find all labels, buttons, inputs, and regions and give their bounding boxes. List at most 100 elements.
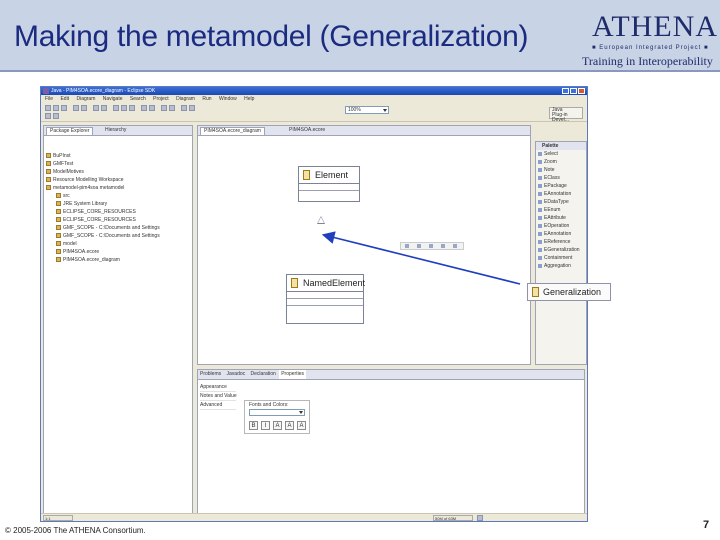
menu-edit[interactable]: Edit [60,96,69,102]
tab-hierarchy[interactable]: Hierarchy [102,127,129,134]
tree-item[interactable]: ECLIPSE_CORE_RESOURCES [46,216,191,224]
font-name-select[interactable] [249,409,305,416]
main-toolbar [41,103,587,122]
fonts-colors-label: Fonts and Colors: [249,402,289,408]
status-bar: 1:1 50M of 63M [41,513,587,521]
tree-item[interactable]: GMF_SCOPE - C:\Documents and Settings [46,232,191,240]
palette-item[interactable]: EAnnotation [536,190,586,198]
tree-item[interactable]: BuPInst [46,152,191,160]
class-header: Element [299,167,359,184]
tab-declaration[interactable]: Declaration [249,370,278,379]
palette-title: Palette [536,142,586,150]
palette-item[interactable]: EDataType [536,198,586,206]
tree-item[interactable]: JRE System Library [46,200,191,208]
menu-file[interactable]: File [45,96,53,102]
bold-button[interactable]: B [249,421,258,430]
window-titlebar[interactable]: Java - PIM4SOA.ecore_diagram - Eclipse S… [41,87,587,95]
palette-item[interactable]: Containment [536,254,586,262]
palette-item[interactable]: EEnum [536,206,586,214]
menu-search[interactable]: Search [130,96,146,102]
class-named-element[interactable]: NamedElement [286,274,365,324]
bottom-tabs: Problems Javadoc Declaration Properties [198,370,584,380]
containment-tool-icon [538,255,542,260]
palette-item[interactable]: EReference [536,238,586,246]
trash-icon[interactable] [477,515,483,521]
run-icon[interactable] [81,105,87,111]
tree-item[interactable]: model [46,240,191,248]
palette-item[interactable]: Select [536,150,586,158]
font-color-button[interactable]: A [273,421,282,430]
font-icon[interactable] [113,105,119,111]
line-color-icon[interactable] [149,105,155,111]
menu-diagram-2[interactable]: Diagram [176,96,195,102]
cursor-position: 1:1 [43,515,73,521]
category-advanced[interactable]: Advanced [200,401,236,410]
add-reference-icon[interactable] [441,244,445,248]
line-color-button[interactable]: A [297,421,306,430]
tab-ecore-diagram[interactable]: PIM4SOA.ecore_diagram [200,127,265,135]
tree-item[interactable]: src [46,192,191,200]
zoom-in-icon[interactable] [189,105,195,111]
palette-item[interactable]: EClass [536,174,586,182]
close-button[interactable] [578,88,585,94]
debug-icon[interactable] [73,105,79,111]
tree-item[interactable]: ModelMotives [46,168,191,176]
palette-item[interactable]: EAnnotation [536,230,586,238]
properties-categories: Appearance Notes and Value Advanced [200,383,237,410]
perspective-plugin[interactable]: Plug-in Devel... [552,113,582,123]
minimize-button[interactable] [562,88,569,94]
menu-help[interactable]: Help [244,96,254,102]
fill-color-icon[interactable] [141,105,147,111]
palette-item[interactable]: EGeneralization [536,246,586,254]
arrange-icon[interactable] [169,105,175,111]
menu-diagram[interactable]: Diagram [76,96,95,102]
category-appearance[interactable]: Appearance [200,383,236,392]
menu-project[interactable]: Project [153,96,169,102]
menu-run[interactable]: Run [202,96,211,102]
align-icon[interactable] [161,105,167,111]
select-all-icon[interactable] [181,105,187,111]
perspective-switcher[interactable]: Java Plug-in Devel... [549,107,583,123]
palette-item[interactable]: EAttribute [536,214,586,222]
tree-item[interactable]: ECLIPSE_CORE_RESOURCES [46,208,191,216]
tree-item[interactable]: GMFTest [46,160,191,168]
add-annotation-icon[interactable] [429,244,433,248]
palette-item[interactable]: EOperation [536,222,586,230]
attributes-compartment [299,184,359,191]
italic-button[interactable]: I [261,421,270,430]
italic-icon[interactable] [129,105,135,111]
bold-icon[interactable] [121,105,127,111]
tab-ecore[interactable]: PIM4SOA.ecore [286,127,328,134]
tab-javadoc[interactable]: Javadoc [225,370,248,379]
maximize-button[interactable] [570,88,577,94]
forward-icon[interactable] [53,113,59,119]
zoom-select[interactable]: 100% [345,106,389,114]
tree-item[interactable]: PIM4SOA.ecore [46,248,191,256]
menu-navigate[interactable]: Navigate [103,96,123,102]
palette-item[interactable]: Zoom [536,158,586,166]
tab-package-explorer[interactable]: Package Explorer [46,127,94,135]
new-class-icon[interactable] [93,105,99,111]
help-icon[interactable] [453,244,457,248]
palette-item[interactable]: EPackage [536,182,586,190]
print-icon[interactable] [61,105,67,111]
menu-window[interactable]: Window [219,96,237,102]
tree-item[interactable]: metamodel-pim4soa metamodel [46,184,191,192]
palette-item[interactable]: Aggregation [536,262,586,270]
heap-status: 50M of 63M [433,515,473,521]
category-notes[interactable]: Notes and Value [200,392,237,401]
save-icon[interactable] [53,105,59,111]
back-icon[interactable] [45,113,51,119]
fill-color-button[interactable]: A [285,421,294,430]
tree-item[interactable]: Resource Modelling Workspace [46,176,191,184]
search-icon[interactable] [101,105,107,111]
tab-problems[interactable]: Problems [198,370,223,379]
new-icon[interactable] [45,105,51,111]
tab-properties[interactable]: Properties [279,370,307,379]
palette-item[interactable]: Note [536,166,586,174]
tree-item[interactable]: GMF_SCOPE - C:\Documents and Settings [46,224,191,232]
tree-item[interactable]: PIM4SOA.ecore_diagram [46,256,191,264]
add-attribute-icon[interactable] [405,244,409,248]
add-operation-icon[interactable] [417,244,421,248]
class-element[interactable]: Element [298,166,360,202]
